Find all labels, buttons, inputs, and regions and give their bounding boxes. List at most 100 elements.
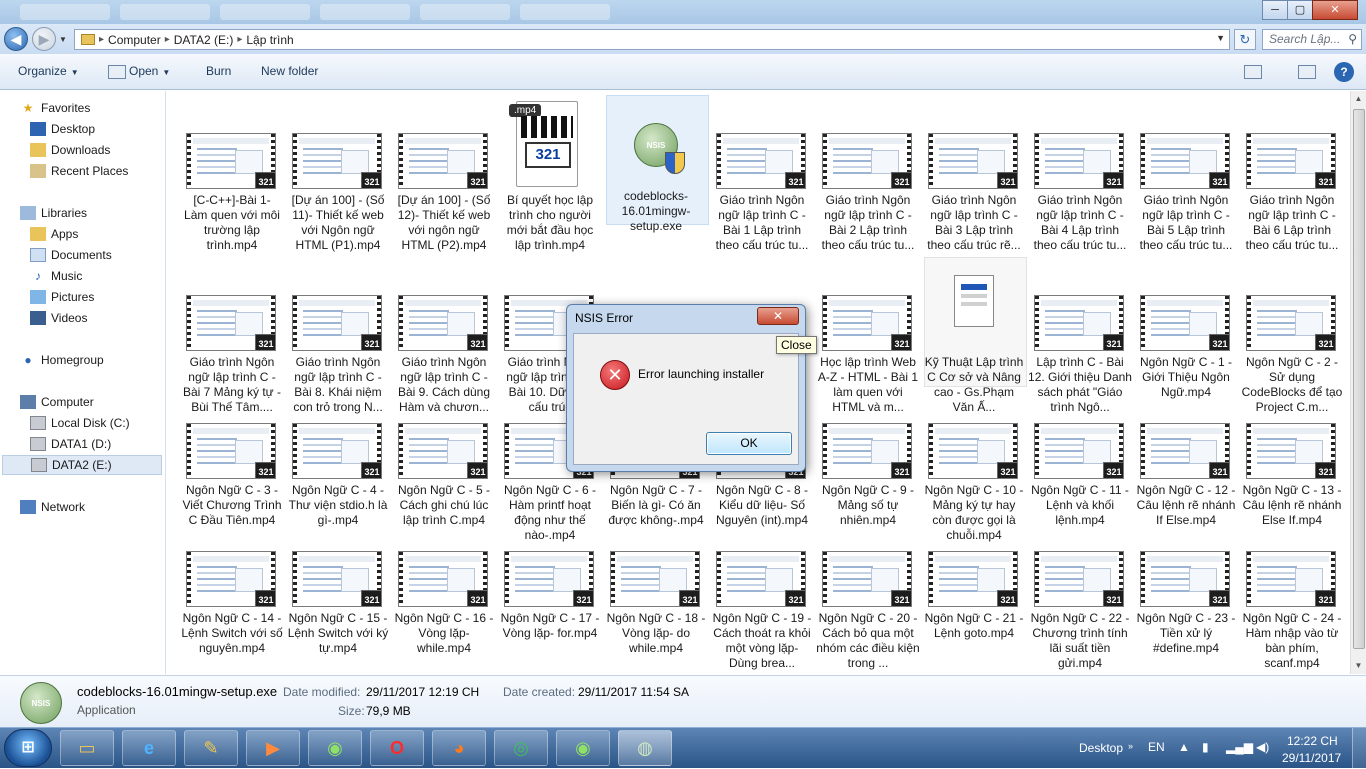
dialog-close-button[interactable]: ✕ <box>757 307 799 325</box>
taskbar-firefox-icon[interactable]: ◕ <box>432 730 486 766</box>
desktop-toolbar-label[interactable]: Desktop <box>1079 741 1123 755</box>
video-thumbnail: 321 <box>186 551 276 607</box>
file-tile[interactable]: 321 Ngôn Ngữ C - 18 - Vòng lặp- do while.… <box>604 511 705 671</box>
file-tile[interactable]: .mp4 321 Bí quyết học lập trình cho người … <box>498 93 598 253</box>
desktop-icon <box>30 122 46 136</box>
file-tile[interactable]: 321 Giáo trình Ngôn ngữ lập trình C - Bài… <box>710 93 810 253</box>
help-icon[interactable]: ? <box>1334 62 1354 82</box>
taskbar-coccoc-icon[interactable]: ◉ <box>308 730 362 766</box>
file-tile[interactable]: 321 Ngôn Ngữ C - 22 - Chương trình tính l… <box>1028 511 1129 671</box>
breadcrumb-computer[interactable]: Computer <box>108 33 161 47</box>
sidebar-item-computer[interactable]: Computer <box>20 392 94 412</box>
file-tile[interactable]: 321 [Dự án 100] - (Số 11)- Thiết kế web v… <box>286 93 386 253</box>
scroll-up-icon[interactable]: ▲ <box>1351 91 1366 107</box>
tray-expand-icon[interactable]: ▲ <box>1178 740 1190 754</box>
sidebar-item-local-disk-c[interactable]: Local Disk (C:) <box>30 413 130 433</box>
close-window-button[interactable]: ✕ <box>1312 0 1358 20</box>
file-tile[interactable]: NSIS codeblocks-16.01mingw-setup.exe <box>604 93 709 253</box>
file-tile[interactable]: 321 [C-C++]-Bài 1- Làm quen với môi trườn… <box>180 93 280 253</box>
film-strip <box>1141 424 1145 478</box>
file-tile[interactable]: 321 Giáo trình Ngôn ngữ lập trình C - Bài… <box>1240 93 1340 253</box>
sidebar-item-homegroup[interactable]: ● Homegroup <box>20 350 103 370</box>
change-view-icon[interactable] <box>1244 65 1262 79</box>
show-desktop-button[interactable] <box>1352 728 1366 769</box>
file-tile[interactable]: 321 Ngôn Ngữ C - 15 - Lệnh Switch với ký … <box>286 511 388 671</box>
address-input[interactable]: ▸ Computer ▸ DATA2 (E:) ▸ Lập trình ▼ <box>74 29 1230 50</box>
sidebar-label: Apps <box>51 227 79 241</box>
nsis-error-dialog[interactable]: NSIS Error ✕ ✕ Error launching installer… <box>566 304 806 472</box>
maximize-button[interactable]: ▢ <box>1287 0 1313 20</box>
breadcrumb-lap-trinh[interactable]: Lập trình <box>246 33 293 47</box>
file-tile[interactable]: 321 Ngôn Ngữ C - 24 - Hàm nhập vào từ bàn… <box>1240 511 1341 671</box>
sidebar-item-network[interactable]: Network <box>20 497 85 517</box>
sidebar-item-desktop[interactable]: Desktop <box>30 119 95 139</box>
file-tile[interactable]: 321 Ngôn Ngữ C - 17 - Vòng lặp- for.mp4 <box>498 511 599 671</box>
preview-pane-icon[interactable] <box>1298 65 1316 79</box>
taskbar-nsis-icon[interactable]: ◍ <box>618 730 672 766</box>
sidebar-item-recent-places[interactable]: Recent Places <box>30 161 128 181</box>
forward-button[interactable]: ▶ <box>32 27 56 51</box>
sidebar-item-downloads[interactable]: Downloads <box>30 140 110 160</box>
ok-button[interactable]: OK <box>706 432 792 455</box>
sidebar-item-data2[interactable]: DATA2 (E:) <box>2 455 162 475</box>
file-tile[interactable]: 321 [Dự án 100] - (Số 12)- Thiết kế web v… <box>392 93 492 253</box>
minimize-button[interactable]: ─ <box>1262 0 1288 20</box>
volume-icon[interactable]: ◀) <box>1256 740 1269 754</box>
taskbar: ⊞ ▭ e ✎ ▶ ◉ O ◕ ◎ ◉ ◍ Desktop » EN ▲ ▮ ▂… <box>0 727 1366 769</box>
video-thumbnail: 321 <box>716 133 806 189</box>
power-icon[interactable]: ▮ <box>1202 740 1209 754</box>
start-button[interactable]: ⊞ <box>4 729 52 767</box>
sidebar-item-favorites[interactable]: ★ Favorites <box>20 98 91 118</box>
burn-button[interactable]: Burn <box>206 64 231 78</box>
file-tile[interactable]: 321 Giáo trình Ngôn ngữ lập trình C - Bài… <box>1134 93 1234 253</box>
sidebar-item-videos[interactable]: Videos <box>30 308 87 328</box>
file-tile[interactable]: 321 Giáo trình Ngôn ngữ lập trình C - Bài… <box>1028 93 1128 253</box>
search-input[interactable]: Search Lập... ⚲ <box>1262 29 1362 50</box>
new-folder-button[interactable]: New folder <box>261 64 318 78</box>
recent-pages-chevron-icon[interactable]: ▼ <box>59 35 67 44</box>
taskbar-opera-icon[interactable]: O <box>370 730 424 766</box>
computer-icon <box>20 395 36 409</box>
media-player-badge-icon: 321 <box>1103 462 1123 478</box>
file-tile[interactable]: 321 Ngôn Ngữ C - 19 - Cách thoát ra khỏi … <box>710 511 811 671</box>
clock-date[interactable]: 29/11/2017 <box>1282 751 1341 765</box>
file-tile[interactable]: 321 Giáo trình Ngôn ngữ lập trình C - Bài… <box>922 93 1022 253</box>
language-indicator[interactable]: EN <box>1148 740 1165 754</box>
refresh-button[interactable]: ↻ <box>1234 29 1256 50</box>
taskbar-ie-icon[interactable]: e <box>122 730 176 766</box>
toolbar-chevron-icon[interactable]: » <box>1128 741 1133 751</box>
film-strip <box>929 552 933 606</box>
taskbar-coccoc2-icon[interactable]: ◉ <box>556 730 610 766</box>
file-tile[interactable]: 321 Ngôn Ngữ C - 23 - Tiền xử lý #define.… <box>1134 511 1235 671</box>
film-strip <box>929 424 933 478</box>
organize-button[interactable]: Organize ▼ <box>18 64 79 78</box>
taskbar-chrome-icon[interactable]: ◎ <box>494 730 548 766</box>
window-title-bar[interactable]: ─ ▢ ✕ <box>0 0 1366 24</box>
scrollbar-thumb[interactable] <box>1353 109 1365 649</box>
open-button[interactable]: Open ▼ <box>129 64 170 78</box>
vertical-scrollbar[interactable]: ▲ ▼ <box>1350 91 1366 674</box>
network-tray-icon[interactable]: ▂▄▆ <box>1226 740 1253 754</box>
sidebar-item-documents[interactable]: Documents <box>30 245 112 265</box>
sidebar-item-pictures[interactable]: Pictures <box>30 287 94 307</box>
sidebar-item-libraries[interactable]: Libraries <box>20 203 87 223</box>
sidebar-item-apps[interactable]: Apps <box>30 224 78 244</box>
sidebar-item-music[interactable]: ♪ Music <box>30 266 82 286</box>
taskbar-paint-icon[interactable]: ✎ <box>184 730 238 766</box>
file-tile[interactable]: 321 Ngôn Ngữ C - 20 - Cách bỏ qua một nhó… <box>816 511 920 671</box>
scroll-down-icon[interactable]: ▼ <box>1351 658 1366 674</box>
clock-time[interactable]: 12:22 CH <box>1287 734 1338 748</box>
file-tile[interactable]: 321 Ngôn Ngữ C - 21 - Lệnh goto.mp4 <box>922 511 1023 671</box>
file-name-label: Ngôn Ngữ C - 16 - Vòng lặp- while.mp4 <box>394 611 494 655</box>
taskbar-explorer-icon[interactable]: ▭ <box>60 730 114 766</box>
film-strip <box>399 552 403 606</box>
address-dropdown-icon[interactable]: ▼ <box>1216 33 1225 43</box>
breadcrumb-data2[interactable]: DATA2 (E:) <box>174 33 234 47</box>
file-tile[interactable]: 321 Ngôn Ngữ C - 16 - Vòng lặp- while.mp4 <box>392 511 493 671</box>
back-button[interactable]: ◀ <box>4 27 28 51</box>
taskbar-media-player-icon[interactable]: ▶ <box>246 730 300 766</box>
file-tile[interactable]: 321 Giáo trình Ngôn ngữ lập trình C - Bài… <box>816 93 916 253</box>
file-tile[interactable]: 321 Ngôn Ngữ C - 14 - Lệnh Switch với số … <box>180 511 283 671</box>
media-player-badge-icon: 321 <box>891 334 911 350</box>
sidebar-item-data1[interactable]: DATA1 (D:) <box>30 434 111 454</box>
